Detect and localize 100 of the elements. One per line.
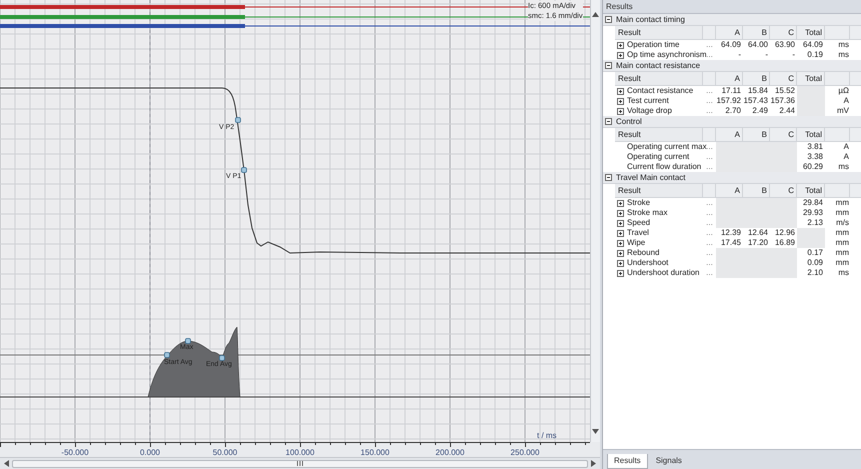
column-header: A <box>716 26 743 39</box>
scrollbar-thumb[interactable] <box>12 460 588 468</box>
marker-point[interactable] <box>185 338 191 344</box>
expand-icon[interactable] <box>617 52 624 58</box>
marker-point[interactable] <box>219 355 225 361</box>
group-header[interactable]: Control <box>603 116 861 128</box>
collapse-icon[interactable] <box>605 62 612 69</box>
marker-point[interactable] <box>235 117 241 123</box>
more-button[interactable]: ... <box>703 208 716 218</box>
result-name[interactable]: Speed <box>615 218 703 228</box>
expand-icon[interactable] <box>617 240 624 246</box>
result-name[interactable]: Stroke max <box>615 208 703 218</box>
table-cell-text: 3.38 <box>806 152 824 162</box>
table-cell-text: 63.90 <box>774 40 796 50</box>
horizontal-scrollbar[interactable] <box>0 457 600 469</box>
result-name[interactable]: Rebound <box>615 248 703 258</box>
result-name[interactable]: Voltage drop <box>615 106 703 116</box>
collapse-icon[interactable] <box>605 118 612 125</box>
table-cell-text: 15.84 <box>746 86 769 96</box>
column-header: B <box>743 128 770 141</box>
scroll-left-icon[interactable] <box>4 460 9 467</box>
tab[interactable]: Results <box>607 454 648 469</box>
table-cell-text: 157.92 <box>716 96 742 106</box>
unit-label: mm <box>834 228 850 238</box>
result-name[interactable]: Travel <box>615 228 703 238</box>
tab[interactable]: Signals <box>650 454 688 468</box>
marker-point[interactable] <box>164 352 170 358</box>
expand-icon[interactable] <box>617 88 624 94</box>
table-cell-text: - <box>791 50 796 60</box>
more-button[interactable]: ... <box>703 40 716 50</box>
scroll-down-icon[interactable] <box>592 429 599 434</box>
tick-label: 250.000 <box>510 448 540 457</box>
more-button[interactable]: ... <box>703 86 716 96</box>
more-button[interactable]: ... <box>703 268 716 278</box>
result-name[interactable]: Operation time <box>615 40 703 50</box>
tick-label: 0.000 <box>140 448 160 457</box>
result-name[interactable]: Stroke <box>615 198 703 208</box>
unit-label: A <box>842 142 850 152</box>
table-cell-text: 2.49 <box>751 106 769 116</box>
more-button[interactable]: ... <box>703 248 716 258</box>
table-cell-text: 12.39 <box>720 228 742 238</box>
more-button[interactable]: ... <box>703 228 716 238</box>
tick-label: 200.000 <box>436 448 464 457</box>
expand-icon[interactable] <box>617 210 624 216</box>
expand-icon[interactable] <box>617 98 624 104</box>
expand-icon[interactable] <box>617 220 624 226</box>
more-button[interactable]: ... <box>703 198 716 208</box>
column-header: A <box>716 72 743 85</box>
expand-icon[interactable] <box>617 270 624 276</box>
scroll-up-icon[interactable] <box>592 12 599 17</box>
result-name[interactable]: Current flow duration <box>615 162 703 172</box>
result-name[interactable]: Contact resistance <box>615 86 703 96</box>
more-button[interactable]: ... <box>703 162 716 172</box>
result-name[interactable]: Undershoot <box>615 258 703 268</box>
group-header[interactable]: Main contact resistance <box>603 60 861 72</box>
vertical-scrollbar[interactable] <box>590 0 600 442</box>
column-header: C <box>770 72 797 85</box>
column-header: C <box>770 26 797 39</box>
group-header[interactable]: Travel Main contact <box>603 172 861 184</box>
unit-label: ms <box>837 40 850 50</box>
result-name[interactable]: Operating current <box>615 152 703 162</box>
group-header[interactable]: Main contact timing <box>603 14 861 26</box>
table-cell-text: 2.10 <box>806 268 824 278</box>
tick-label: 100.000 <box>286 448 314 457</box>
table-cell-text: 2.13 <box>806 218 824 228</box>
marker-point[interactable] <box>241 167 247 173</box>
table-cell-text: 0.09 <box>806 258 824 268</box>
expand-icon[interactable] <box>617 230 624 236</box>
unit-label: mm <box>834 238 850 248</box>
column-header: Total <box>797 72 825 85</box>
table-cell-text: 29.84 <box>802 198 824 208</box>
more-button[interactable]: ... <box>703 106 716 116</box>
table-cell-text: 64.09 <box>720 40 742 50</box>
table-cell-text: 60.29 <box>802 162 824 172</box>
scroll-right-icon[interactable] <box>591 460 596 467</box>
result-name[interactable]: Wipe <box>615 238 703 248</box>
unit-label: A <box>842 152 850 162</box>
more-button[interactable]: ... <box>703 96 716 106</box>
group-title: Control <box>616 116 642 127</box>
column-header: Total <box>797 26 825 39</box>
collapse-icon[interactable] <box>605 16 612 23</box>
collapse-icon[interactable] <box>605 174 612 181</box>
unit-label: ms <box>837 50 850 60</box>
expand-icon[interactable] <box>617 260 624 266</box>
expand-icon[interactable] <box>617 108 624 114</box>
result-name[interactable]: Undershoot duration <box>615 268 703 278</box>
more-button[interactable]: ... <box>703 152 716 162</box>
expand-icon[interactable] <box>617 200 624 206</box>
expand-icon[interactable] <box>617 250 624 256</box>
table-cell-text: - <box>764 50 769 60</box>
expand-icon[interactable] <box>617 42 624 48</box>
more-button[interactable]: ... <box>703 238 716 248</box>
column-header: C <box>770 184 797 197</box>
result-name[interactable]: Test current <box>615 96 703 106</box>
table-cell-text: 17.11 <box>720 86 742 96</box>
more-button[interactable]: ... <box>703 258 716 268</box>
unit-label: A <box>842 96 850 106</box>
more-button[interactable]: ... <box>703 218 716 228</box>
table-cell-text: 17.45 <box>720 238 742 248</box>
panel-title: Results <box>603 0 861 14</box>
